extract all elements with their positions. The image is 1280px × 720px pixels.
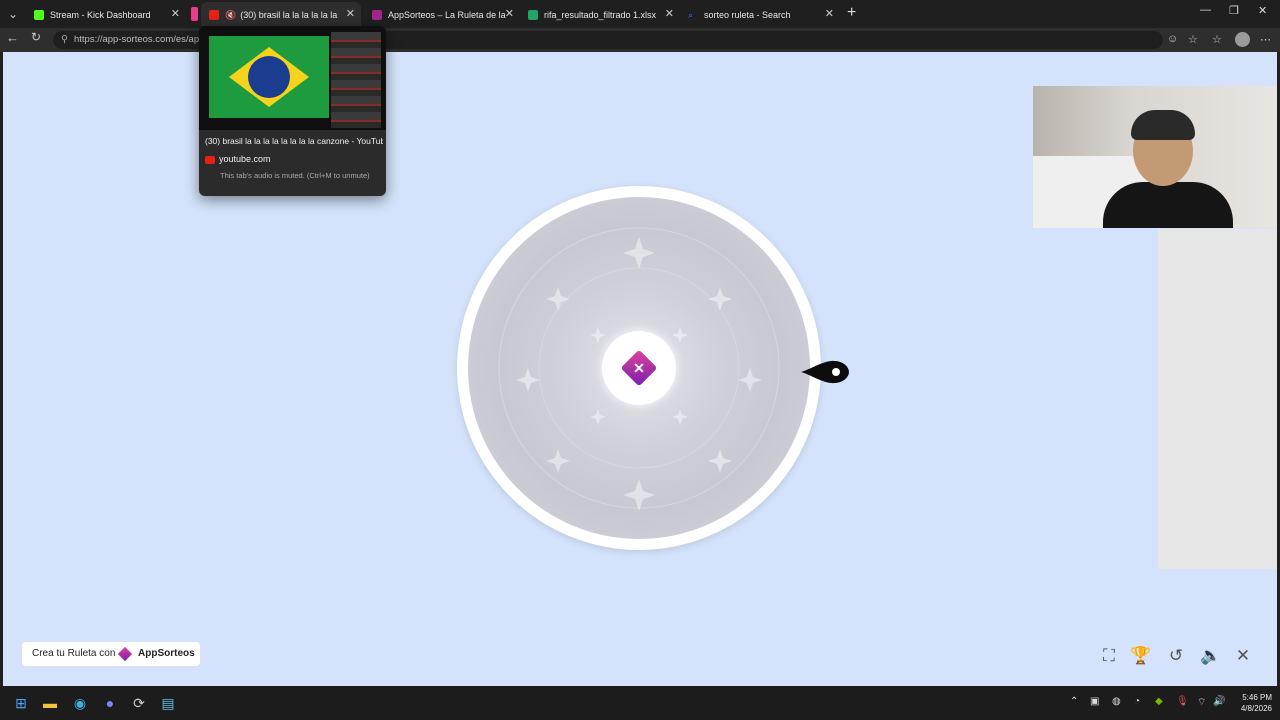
tab-preview-thumbnail [199, 26, 386, 130]
logo-mark-icon: ✕ [633, 360, 645, 376]
hover-card-site: youtube.com [205, 154, 271, 164]
toolbar: ← ↻ ⚲ https://app-sorteos.com/es/ap ☺ ☆ ☆… [0, 28, 1280, 52]
clock-time: 5:46 PM [1242, 693, 1272, 702]
tab-strip: ⌄ Stream - Kick Dashboard ✕ 🔇 (30) brasil… [0, 0, 1280, 28]
system-clock[interactable]: 5:46 PM 4/8/2026 [1228, 692, 1272, 714]
tab-appsorteos[interactable]: AppSorteos – La Ruleta de la Suer ✕ [364, 2, 520, 26]
reader-icon[interactable]: ☺ [1167, 33, 1178, 45]
close-tab-icon[interactable]: ✕ [171, 2, 180, 26]
flag-globe [248, 56, 290, 98]
tab-title: (30) brasil la la la la la la la la [240, 9, 340, 20]
fullscreen-icon[interactable]: ⛶ [1098, 645, 1120, 667]
tab-title: Stream - Kick Dashboard [50, 9, 151, 20]
volume-icon[interactable]: 🔈 [1200, 645, 1222, 667]
muted-speaker-icon[interactable]: 🔇 [225, 3, 236, 26]
back-arrow-icon[interactable]: ← [6, 30, 19, 45]
tray-app-icon[interactable]: ▣ [1090, 696, 1099, 707]
minimize-button[interactable]: — [1200, 4, 1211, 16]
youtube-favicon-icon [209, 9, 219, 20]
trophy-icon[interactable]: 🏆 [1130, 645, 1152, 667]
taskbar: ⊞ ▬ ◉ ● ⟳ ▤ ⌃ ▣ ◍ ◔ ◆ 🎙 ⌔ 🔊 5:46 PM 4/8/… [0, 686, 1280, 720]
site-info-icon[interactable]: ⚲ [61, 31, 68, 49]
brazil-flag-image [209, 36, 329, 118]
side-panel [1158, 229, 1277, 569]
tab-search[interactable]: ⌕ sorteo ruleta - Search ✕ [680, 2, 840, 26]
webcam-person-body [1103, 182, 1233, 228]
chevron-down-icon[interactable]: ⌄ [4, 4, 22, 24]
muted-note: This tab's audio is muted. (Ctrl+M to un… [220, 171, 370, 180]
more-menu-icon[interactable]: ⋯ [1260, 33, 1271, 46]
url-text: https://app-sorteos.com/es/ap [73, 34, 200, 45]
network-app-icon[interactable]: ◔ [1134, 696, 1140, 707]
site-domain: youtube.com [219, 154, 271, 164]
reset-icon[interactable]: ↺ [1165, 645, 1187, 667]
close-tab-icon[interactable]: ✕ [346, 2, 355, 26]
tray-overflow-icon[interactable]: ⌃ [1070, 696, 1078, 707]
tab-title: AppSorteos – La Ruleta de la Suer [388, 9, 506, 20]
preview-sidebar [331, 32, 381, 128]
wifi-icon[interactable]: ⌔ [1197, 696, 1206, 709]
tab-youtube-brasil[interactable]: 🔇 (30) brasil la la la la la la la la ✕ [201, 2, 361, 26]
appsorteos-favicon-icon [372, 9, 382, 20]
credit-brand: AppSorteos [138, 648, 195, 659]
speaker-icon[interactable]: 🔊 [1213, 696, 1225, 707]
file-explorer-icon[interactable]: ▬ [41, 694, 59, 712]
create-roulette-badge[interactable]: Crea tu Ruleta con AppSorteos [22, 642, 200, 666]
credit-text: Crea tu Ruleta con [32, 648, 116, 659]
hover-card-title: (30) brasil la la la la la la la la canz… [205, 136, 383, 146]
tab-title: rifa_resultado_filtrado 1.xlsx [544, 9, 657, 20]
restore-button[interactable]: ❐ [1229, 4, 1239, 17]
app-icon[interactable]: ⟳ [130, 694, 148, 712]
close-tab-icon[interactable]: ✕ [505, 2, 514, 26]
new-tab-button[interactable]: + [847, 4, 856, 22]
close-icon[interactable]: ✕ [1232, 645, 1254, 667]
tab-hover-card: (30) brasil la la la la la la la la canz… [199, 26, 386, 196]
webcam-headset [1131, 110, 1195, 140]
tab-group-indicator [191, 7, 198, 21]
windows-start-icon[interactable]: ⊞ [12, 694, 30, 712]
tab-excel-file[interactable]: rifa_resultado_filtrado 1.xlsx ✕ [520, 2, 680, 26]
close-tab-icon[interactable]: ✕ [825, 2, 834, 26]
search-icon: ⌕ [688, 9, 694, 20]
close-tab-icon[interactable]: ✕ [665, 2, 674, 26]
profile-avatar[interactable] [1235, 32, 1250, 47]
notepad-icon[interactable]: ▤ [159, 694, 177, 712]
tab-kick-dashboard[interactable]: Stream - Kick Dashboard ✕ [26, 2, 186, 26]
appsorteos-mini-logo-icon [117, 646, 133, 662]
reload-icon[interactable]: ↻ [31, 30, 41, 44]
tab-title: sorteo ruleta - Search [704, 9, 791, 20]
webcam-overlay [1033, 86, 1277, 228]
microphone-icon[interactable]: 🎙 [1176, 696, 1189, 707]
excel-favicon-icon [528, 9, 538, 20]
edge-browser-icon[interactable]: ◉ [71, 694, 89, 712]
nvidia-icon[interactable]: ◆ [1155, 696, 1163, 707]
steam-icon[interactable]: ◍ [1112, 696, 1121, 707]
discord-icon[interactable]: ● [101, 694, 119, 712]
wheel-pointer-icon [801, 360, 849, 384]
page-content: ✕ Crea tu Ruleta con AppSorteos ⛶ 🏆 ↺ 🔈 … [3, 52, 1277, 686]
close-window-button[interactable]: ✕ [1258, 4, 1267, 17]
youtube-icon [205, 155, 215, 164]
kick-favicon-icon [34, 9, 44, 20]
favorite-star-icon[interactable]: ☆ [1188, 33, 1198, 46]
clock-date: 4/8/2026 [1240, 704, 1272, 713]
favorites-icon[interactable]: ☆ [1212, 33, 1222, 46]
